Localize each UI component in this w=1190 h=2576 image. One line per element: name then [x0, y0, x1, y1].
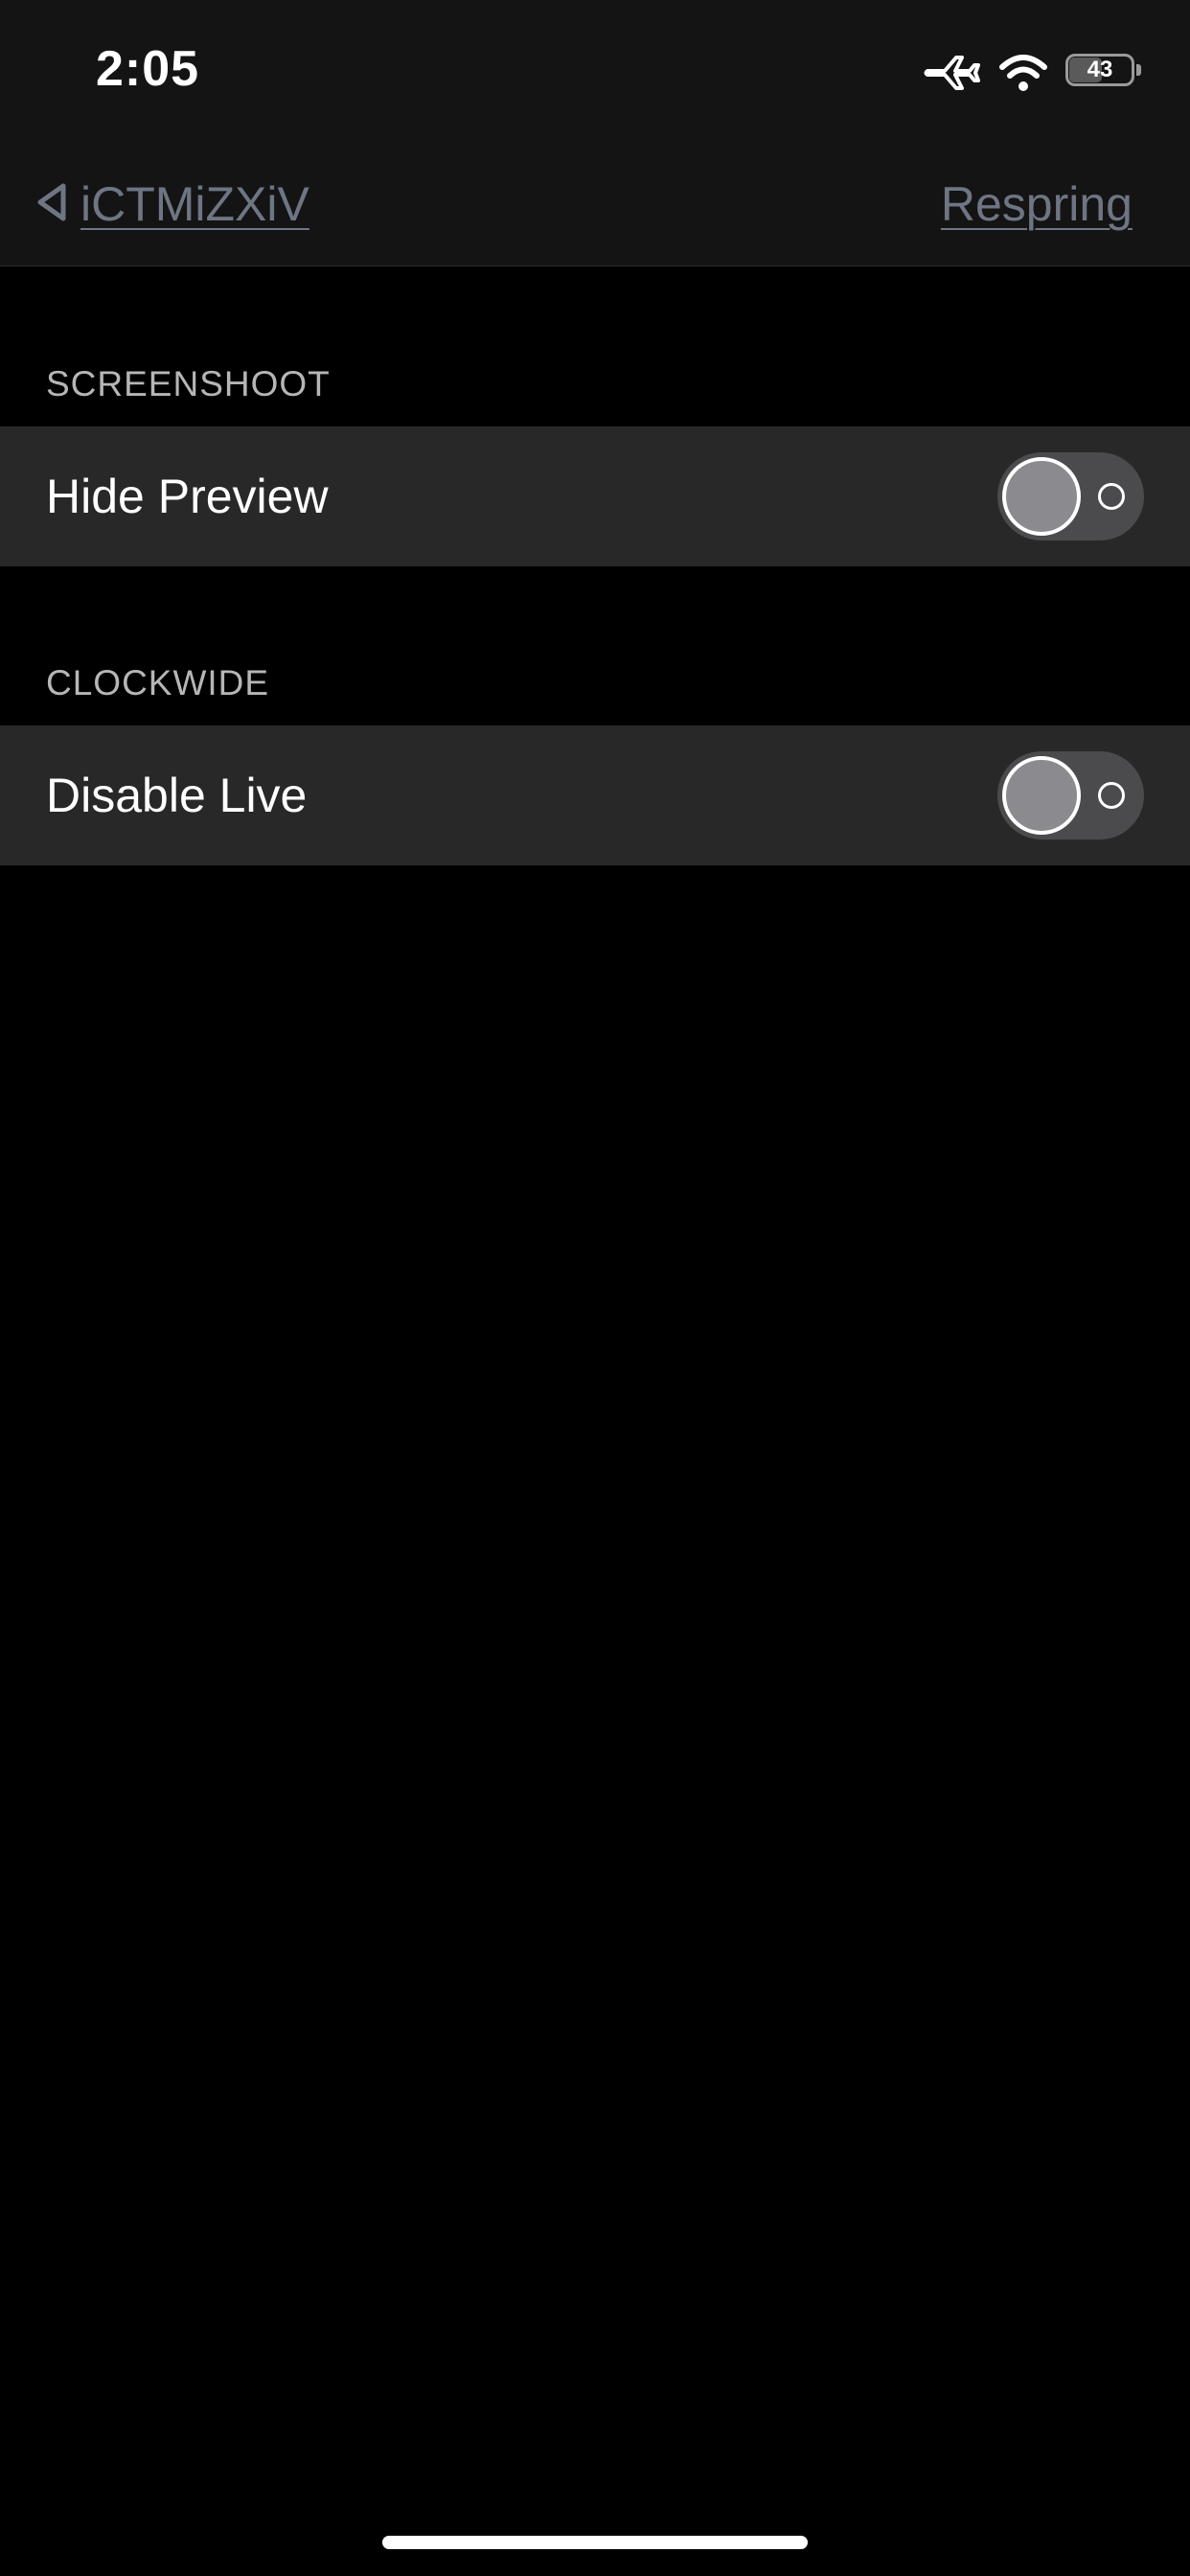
- toggle-off-indicator-icon: [1098, 483, 1125, 510]
- respring-button[interactable]: Respring: [941, 172, 1133, 236]
- status-icons: 43: [924, 44, 1146, 102]
- navigation-bar: iCTMiZXiV Respring: [0, 144, 1190, 266]
- hide-preview-toggle[interactable]: [997, 452, 1144, 540]
- toggle-knob: [1002, 756, 1081, 835]
- status-bar: 2:05 43: [0, 0, 1190, 144]
- settings-row-disable-live: Disable Live: [0, 725, 1190, 865]
- wifi-icon: [998, 52, 1048, 94]
- row-label: Hide Preview: [46, 470, 329, 523]
- home-indicator[interactable]: [382, 2536, 808, 2549]
- back-button[interactable]: iCTMiZXiV: [33, 172, 309, 236]
- disable-live-toggle[interactable]: [997, 751, 1144, 840]
- toggle-knob: [1002, 457, 1081, 536]
- battery-level: 43: [1087, 57, 1113, 82]
- airplane-icon: [924, 50, 981, 96]
- back-button-label: iCTMiZXiV: [80, 177, 309, 231]
- section-header-clockwide: CLOCKWIDE: [46, 663, 270, 702]
- settings-row-hide-preview: Hide Preview: [0, 426, 1190, 566]
- battery-icon: 43: [1065, 54, 1146, 92]
- toggle-off-indicator-icon: [1098, 782, 1125, 809]
- status-time: 2:05: [96, 41, 200, 97]
- row-label: Disable Live: [46, 769, 308, 822]
- back-triangle-icon: [33, 180, 71, 229]
- section-header-screenshoot: SCREENSHOOT: [46, 364, 331, 403]
